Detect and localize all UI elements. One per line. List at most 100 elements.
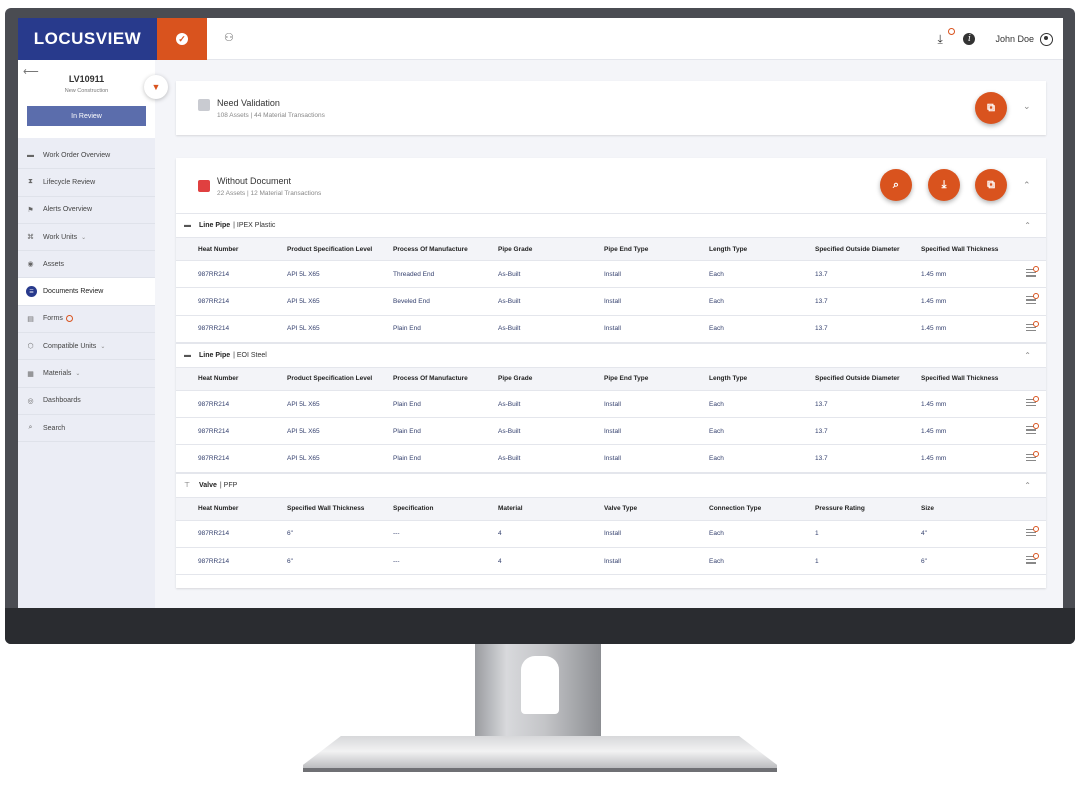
section-subtitle: | PFP: [219, 481, 238, 489]
column-header[interactable]: Length Type: [709, 368, 747, 390]
column-header[interactable]: Specified Wall Thickness: [287, 498, 364, 520]
table-cell: Install: [604, 270, 621, 278]
column-header[interactable]: Product Specification Level: [287, 238, 372, 260]
attach-document-icon[interactable]: [1026, 293, 1039, 305]
chevron-down-icon[interactable]: ⌄: [75, 370, 80, 377]
sidebar-item-label: Lifecycle Review: [43, 178, 96, 186]
team-icon[interactable]: ⚇: [224, 31, 238, 45]
attach-document-icon[interactable]: [1026, 525, 1039, 538]
table-cell: Install: [604, 427, 621, 435]
table-cell: Each: [709, 530, 724, 538]
column-header[interactable]: Material: [498, 498, 523, 520]
column-header[interactable]: Specified Wall Thickness: [921, 238, 998, 260]
user-name[interactable]: John Doe: [995, 34, 1034, 44]
table-cell: Each: [709, 297, 724, 305]
monitor-bezel: [5, 608, 1075, 644]
user-area: ⤓ i John Doe: [937, 18, 1063, 60]
section-header-2[interactable]: ▬ Line Pipe | EOI Steel ⌃: [176, 342, 1046, 367]
sidebar-item-assets[interactable]: ◉ Assets: [18, 251, 155, 279]
table-row[interactable]: 987RR214 API 5L X65 Threaded End As-Built In…: [176, 261, 1046, 289]
table-cell: 987RR214: [198, 270, 230, 278]
column-header[interactable]: Pipe Grade: [498, 368, 532, 390]
table-cell: 1.45 mm: [921, 297, 947, 305]
table-row[interactable]: 987RR214 API 5L X65 Beveled End As-Built Ins…: [176, 288, 1046, 316]
column-header[interactable]: Heat Number: [198, 498, 238, 520]
section-title: Line Pipe: [199, 222, 231, 229]
column-header[interactable]: Heat Number: [198, 368, 238, 390]
table-row[interactable]: 987RR214 API 5L X65 Plain End As-Built Insta…: [176, 446, 1046, 473]
column-header[interactable]: Specification: [393, 498, 433, 520]
sidebar-item-alerts-overview[interactable]: ⚑ Alerts Overview: [18, 197, 155, 224]
chevron-up-icon[interactable]: ⌃: [1024, 481, 1031, 490]
chevron-up-icon[interactable]: ⌃: [1024, 221, 1031, 230]
download-notification-icon[interactable]: ⤓: [937, 28, 956, 46]
column-header[interactable]: Pipe End Type: [604, 368, 648, 390]
table-cell: 1: [815, 530, 819, 538]
in-review-button[interactable]: In Review: [27, 106, 146, 126]
chevron-down-icon[interactable]: ⌄: [100, 343, 105, 350]
attach-document-icon[interactable]: [1026, 423, 1039, 435]
sidebar-item-label: Forms: [43, 315, 63, 323]
sidebar-item-compatible-units[interactable]: ⬡ Compatible Units ⌄: [18, 333, 155, 361]
copy-documents-button-2[interactable]: ⧉: [975, 169, 1007, 201]
column-header[interactable]: Pipe Grade: [498, 238, 532, 260]
column-header[interactable]: Product Specification Level: [287, 368, 372, 390]
table-cell: 6": [921, 557, 927, 565]
table-cell: Plain End: [393, 400, 421, 408]
column-header[interactable]: Heat Number: [198, 238, 238, 260]
column-header[interactable]: Specified Wall Thickness: [921, 368, 998, 390]
search-documents-button[interactable]: ⌕: [880, 169, 912, 201]
table-header: Heat Number Product Specification Level Pr…: [176, 237, 1046, 261]
column-header[interactable]: Process Of Manufacture: [393, 368, 468, 390]
chevron-up-icon[interactable]: ⌃: [1024, 351, 1031, 360]
table-cell: Beveled End: [393, 297, 430, 305]
sidebar-item-dashboards[interactable]: ◎ Dashboards: [18, 388, 155, 415]
table-cell: Each: [709, 427, 724, 435]
info-icon[interactable]: i: [963, 33, 976, 45]
user-avatar-icon[interactable]: [1040, 32, 1053, 46]
column-header[interactable]: Pressure Rating: [815, 498, 865, 520]
table-row[interactable]: 987RR214 API 5L X65 Plain End As-Built Insta…: [176, 391, 1046, 419]
copy-documents-button[interactable]: ⧉: [975, 92, 1007, 124]
table-cell: As-Built: [498, 297, 521, 305]
sidebar-item-lifecycle-review[interactable]: ⧗ Lifecycle Review: [18, 169, 155, 197]
attach-document-icon[interactable]: [1026, 320, 1039, 333]
column-header[interactable]: Connection Type: [709, 498, 761, 520]
chevron-down-icon[interactable]: ⌄: [1023, 101, 1031, 112]
chevron-up-icon[interactable]: ⌃: [1023, 180, 1031, 191]
attach-document-icon[interactable]: [1026, 450, 1039, 463]
section-header-3[interactable]: ⊤ Valve | PFP ⌃: [176, 472, 1046, 497]
column-header[interactable]: Length Type: [709, 238, 747, 260]
section-subtitle: | IPEX Plastic: [233, 222, 276, 229]
column-header[interactable]: Size: [921, 498, 934, 520]
table-cell: ---: [393, 530, 400, 538]
attach-document-icon[interactable]: [1026, 553, 1039, 565]
column-header[interactable]: Specified Outside Diameter: [815, 368, 900, 390]
sidebar-item-work-units[interactable]: ⌘ Work Units ⌄: [18, 224, 155, 252]
chevron-down-icon[interactable]: ⌄: [81, 234, 86, 241]
table-row[interactable]: 987RR214 6" --- 4 Install Each 1 6": [176, 548, 1046, 576]
sidebar-item-search[interactable]: ⌕ Search: [18, 415, 155, 443]
column-header[interactable]: Pipe End Type: [604, 238, 648, 260]
nav-review-tab[interactable]: ✓: [157, 18, 207, 60]
table-row[interactable]: 987RR214 API 5L X65 Plain End As-Built Insta…: [176, 316, 1046, 343]
column-header[interactable]: Valve Type: [604, 498, 637, 520]
attach-document-icon[interactable]: [1026, 266, 1039, 278]
column-header[interactable]: Process Of Manufacture: [393, 238, 468, 260]
sidebar-item-documents-review[interactable]: ☰ Documents Review: [18, 278, 155, 306]
table-cell: 1: [815, 557, 819, 565]
column-header[interactable]: Specified Outside Diameter: [815, 238, 900, 260]
attach-document-icon[interactable]: [1026, 395, 1039, 408]
sidebar-item-materials[interactable]: ▦ Materials ⌄: [18, 360, 155, 388]
filter-icon[interactable]: ▼: [144, 75, 168, 99]
table-row[interactable]: 987RR214 6" --- 4 Install Each 1 4": [176, 521, 1046, 549]
app-logo[interactable]: LOCUSVIEW: [18, 18, 157, 60]
table-row[interactable]: 987RR214 API 5L X65 Plain End As-Built Insta…: [176, 418, 1046, 446]
sidebar-item-forms[interactable]: ▤ Forms: [18, 306, 155, 334]
sidebar-item-work-order-overview[interactable]: ▬ Work Order Overview: [18, 142, 155, 170]
section-title: Valve: [199, 481, 217, 489]
download-button[interactable]: ⤓: [928, 169, 960, 201]
table-cell: 1.45 mm: [921, 455, 947, 463]
notification-badge: [948, 28, 956, 35]
section-header-1[interactable]: ▬ Line Pipe | IPEX Plastic ⌃: [176, 213, 1046, 237]
